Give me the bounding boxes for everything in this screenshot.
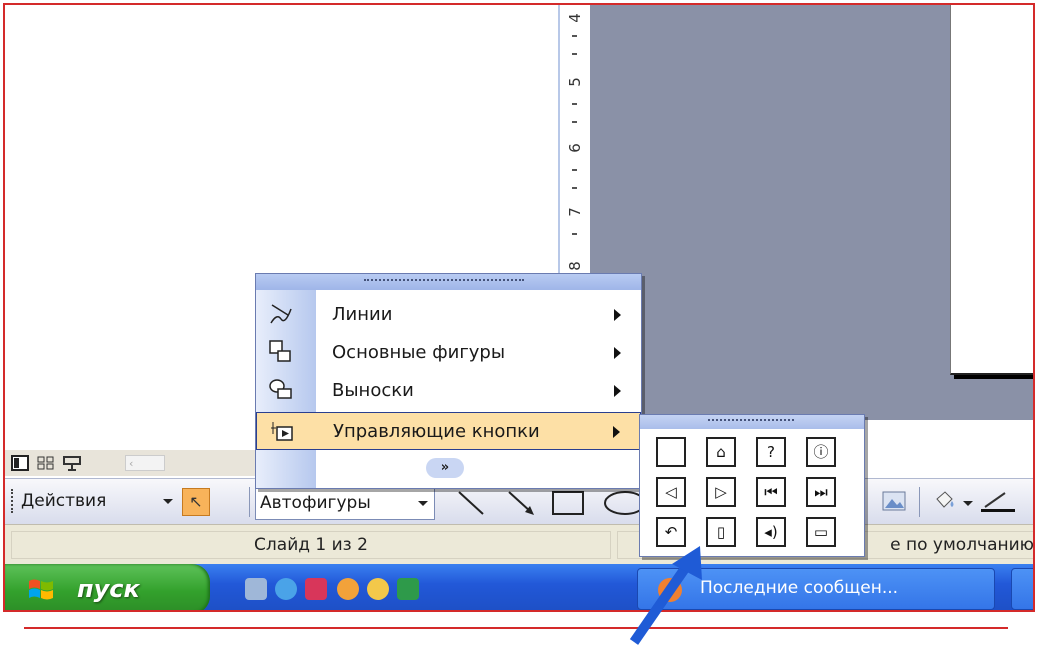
- action-button-beginning[interactable]: ⏮: [756, 477, 786, 507]
- line-color-icon[interactable]: [979, 489, 1019, 513]
- fill-color-icon[interactable]: [931, 489, 957, 513]
- app-icon[interactable]: [397, 578, 419, 600]
- action-button-home[interactable]: ⌂: [706, 437, 736, 467]
- ruler-tick: [572, 169, 577, 171]
- start-label: пуск: [77, 575, 140, 603]
- menu-item-label: Управляющие кнопки: [333, 421, 540, 442]
- ie-icon[interactable]: [245, 578, 267, 600]
- action-button-return[interactable]: ↶: [656, 517, 686, 547]
- menu-item-label: Основные фигуры: [332, 342, 506, 363]
- action-buttons-submenu: ⌂ ? ⓘ ◁ ▷ ⏮ ⏭ ↶ ▯ ◂) ▭: [639, 414, 865, 557]
- ruler-tick: [572, 103, 577, 105]
- callouts-icon: [268, 377, 294, 403]
- start-button[interactable]: пуск: [5, 564, 210, 610]
- submenu-arrow-icon: [613, 426, 620, 438]
- toolbar-grip[interactable]: [11, 489, 15, 513]
- slide-canvas: [590, 5, 1033, 420]
- bottom-rule: [24, 627, 1008, 629]
- action-button-document[interactable]: ▯: [706, 517, 736, 547]
- ruler-label: 8: [566, 261, 584, 271]
- ruler-tick: [572, 35, 577, 37]
- save-icon[interactable]: [305, 578, 327, 600]
- actions-menu[interactable]: Действия: [21, 491, 106, 511]
- ruler-tick: [572, 53, 577, 55]
- autoshapes-label: Автофигуры: [260, 493, 371, 513]
- lines-icon: [268, 301, 294, 327]
- picture-icon[interactable]: [881, 489, 907, 513]
- menu-item-label: Выноски: [332, 380, 414, 401]
- submenu-arrow-icon: [614, 347, 621, 359]
- action-button-back[interactable]: ◁: [656, 477, 686, 507]
- menu-title-bar[interactable]: [256, 274, 641, 290]
- line-icon[interactable]: [451, 486, 491, 520]
- toolbar-separator: [249, 487, 250, 517]
- ruler-tick: [572, 233, 577, 235]
- horizontal-scrollbar[interactable]: ‹: [125, 455, 165, 471]
- ruler-label: 4: [566, 13, 584, 23]
- menu-item-callouts[interactable]: Выноски: [256, 372, 641, 410]
- slide-counter: Слайд 1 из 2: [11, 531, 611, 559]
- submenu-title-bar[interactable]: [640, 415, 864, 429]
- menu-item-lines[interactable]: Линии: [256, 296, 641, 334]
- oval-icon[interactable]: [595, 486, 646, 520]
- autoshapes-button[interactable]: Автофигуры: [255, 486, 435, 520]
- action-button-movie[interactable]: ▭: [806, 517, 836, 547]
- action-buttons-icon: [269, 418, 295, 444]
- menu-item-basic-shapes[interactable]: Основные фигуры: [256, 334, 641, 372]
- player-icon[interactable]: [367, 578, 389, 600]
- status-bar: Слайд 1 из 2 е по умолчанию: [5, 524, 1033, 565]
- ruler-label: 7: [566, 207, 584, 217]
- rectangle-icon[interactable]: [549, 486, 589, 520]
- ruler-tick: [572, 121, 577, 123]
- action-button-custom[interactable]: [656, 437, 686, 467]
- chevron-down-icon: [163, 499, 173, 504]
- action-button-information[interactable]: ⓘ: [806, 437, 836, 467]
- submenu-arrow-icon: [614, 309, 621, 321]
- ruler-label: 6: [566, 143, 584, 153]
- slide-page[interactable]: [950, 5, 1033, 375]
- windows-logo-icon: [27, 577, 55, 601]
- taskbar-window-button-2[interactable]: [1011, 568, 1033, 610]
- ruler-tick: [572, 187, 577, 189]
- menu-item-label: Линии: [332, 304, 393, 325]
- media-icon[interactable]: [337, 578, 359, 600]
- slide-sorter-icon[interactable]: [37, 455, 55, 471]
- submenu-arrow-icon: [614, 385, 621, 397]
- firefox-like-icon[interactable]: [275, 578, 297, 600]
- pointer-arrow-icon: [629, 546, 702, 645]
- slideshow-icon[interactable]: [63, 455, 81, 471]
- windows-taskbar: пуск Последние сообщен...: [5, 564, 1033, 610]
- action-button-sound[interactable]: ◂): [756, 517, 786, 547]
- menu-grip: [364, 279, 524, 287]
- ruler-label: 5: [566, 77, 584, 87]
- chevron-down-icon: [418, 501, 428, 506]
- menu-item-action-buttons[interactable]: Управляющие кнопки: [256, 412, 641, 450]
- autoshapes-menu: Линии Основные фигуры Выноски Управляющи…: [255, 273, 642, 489]
- toolbar-separator: [919, 487, 920, 517]
- basic-shapes-icon: [268, 339, 294, 365]
- action-button-help[interactable]: ?: [756, 437, 786, 467]
- submenu-grip: [708, 419, 794, 425]
- view-toolbar: ‹: [5, 450, 255, 476]
- action-button-end[interactable]: ⏭: [806, 477, 836, 507]
- normal-view-icon[interactable]: [11, 455, 29, 471]
- arrow-icon[interactable]: [501, 486, 541, 520]
- action-button-forward[interactable]: ▷: [706, 477, 736, 507]
- expand-menu-icon[interactable]: »: [426, 458, 464, 478]
- taskbar-window-label: Последние сообщен...: [700, 578, 899, 598]
- select-arrow-icon[interactable]: ↖: [182, 488, 210, 516]
- screenshot-frame: 4 5 6 7 8 ‹ Действия ↖ Автофигуры Слайд …: [3, 3, 1035, 612]
- chevron-down-icon[interactable]: [963, 501, 973, 506]
